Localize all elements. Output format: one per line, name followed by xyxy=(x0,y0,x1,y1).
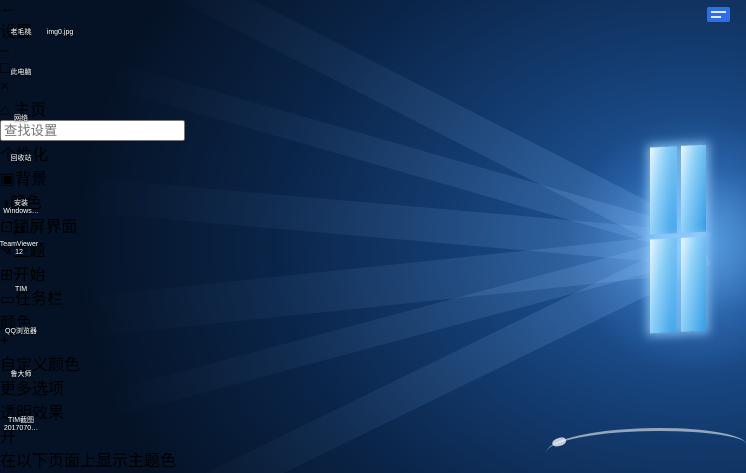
back-button[interactable]: ← xyxy=(0,0,746,18)
close-button[interactable]: × xyxy=(0,78,746,96)
maximize-button[interactable]: □ xyxy=(0,60,746,78)
desktop-icon-label: TIM xyxy=(0,286,43,294)
custom-color-label: 自定义颜色 xyxy=(0,351,746,375)
desktop-icon-label: 网络 xyxy=(0,115,43,123)
more-options-heading: 更多选项 xyxy=(0,375,746,399)
section-label: 个性化 xyxy=(0,141,746,165)
sidebar-item-colors[interactable]: ◑颜色 xyxy=(0,189,746,213)
desktop-icon-label: 老毛桃 xyxy=(0,29,43,37)
sidebar-item-list: ▣背景◑颜色⊡锁屏界面✎主题⊞开始▭任务栏 xyxy=(0,165,746,309)
sidebar-item-themes[interactable]: ✎主题 xyxy=(0,237,746,261)
sidebar-item-taskbar[interactable]: ▭任务栏 xyxy=(0,285,746,309)
surfaces-heading: 在以下页面上显示主题色 xyxy=(0,447,746,471)
custom-color-button[interactable]: + xyxy=(0,333,746,351)
desktop-icon-label: 安装Windows… xyxy=(0,200,43,216)
desktop-icon-this-pc[interactable]: 此电脑 xyxy=(0,50,43,77)
yellow-app-icon xyxy=(14,13,28,28)
corner-badge-icon xyxy=(707,7,730,22)
sidebar-item-background[interactable]: ▣背景 xyxy=(0,165,746,189)
desktop-icon-label: 鲁大师 xyxy=(0,371,43,379)
desktop-icon-teamviewer[interactable]: ⇄TeamViewer12 xyxy=(0,222,41,257)
sidebar-item-start[interactable]: ⊞开始 xyxy=(0,261,746,285)
teamviewer-icon: ⇄ xyxy=(12,220,25,240)
desktop-icon-label: 此电脑 xyxy=(0,69,43,77)
colors-page: 颜色 + 自定义颜色 更多选项 透明效果 开 在以下页面上显示主题色 ✓“开始”… xyxy=(0,309,746,473)
desktop-icon-label: 回收站 xyxy=(0,155,43,163)
window-title: 设置 xyxy=(0,18,746,42)
desktop-icon-label: TIM截图2017070… xyxy=(0,417,43,433)
transparency-label: 透明效果 xyxy=(0,399,746,423)
settings-search-box[interactable] xyxy=(0,120,746,141)
desktop-icon-network[interactable]: 网络 xyxy=(0,96,43,123)
desktop-icon-installer[interactable]: 安装Windows… xyxy=(0,181,43,216)
windows-hero-logo xyxy=(650,144,708,339)
sidebar-item-lock-screen[interactable]: ⊡锁屏界面 xyxy=(0,213,746,237)
desktop-icon-image-file[interactable]: img0.jpg xyxy=(38,10,82,37)
desktop-icon-screenshot-file[interactable]: TIM截图2017070… xyxy=(0,398,43,433)
desktop-icon-label: TeamViewer12 xyxy=(0,241,41,257)
desktop-icon-yellow-app[interactable]: 老毛桃 xyxy=(0,10,43,37)
settings-sidebar: ⌂ 主页 个性化 ▣背景◑颜色⊡锁屏界面✎主题⊞开始▭任务栏 xyxy=(0,96,746,309)
desktop-icon-recycle-bin[interactable]: 回收站 xyxy=(0,136,43,163)
desktop-icon-tim[interactable]: TIM xyxy=(0,267,43,294)
desktop-icon-ludashi[interactable]: 鲁大师 xyxy=(0,352,43,379)
desktop: 老毛桃img0.jpg 此电脑网络回收站安装Windows… ⇄TeamViewer… xyxy=(0,0,746,473)
sidebar-item-home[interactable]: ⌂ 主页 xyxy=(0,96,746,120)
desktop-icon-qq-browser[interactable]: QQ浏览器 xyxy=(0,309,43,336)
desktop-icon-label: QQ浏览器 xyxy=(0,328,43,336)
minimize-button[interactable]: – xyxy=(0,42,746,60)
toggle-state-label: 开 xyxy=(0,423,746,447)
page-title: 颜色 xyxy=(0,309,746,333)
desktop-icon-label: img0.jpg xyxy=(38,29,82,37)
settings-window: ← 设置 – □ × ⌂ 主页 个性化 ▣背景◑颜色⊡锁屏界面✎主题⊞开始▭任务… xyxy=(0,0,746,473)
window-titlebar[interactable]: ← 设置 – □ × xyxy=(0,0,746,96)
